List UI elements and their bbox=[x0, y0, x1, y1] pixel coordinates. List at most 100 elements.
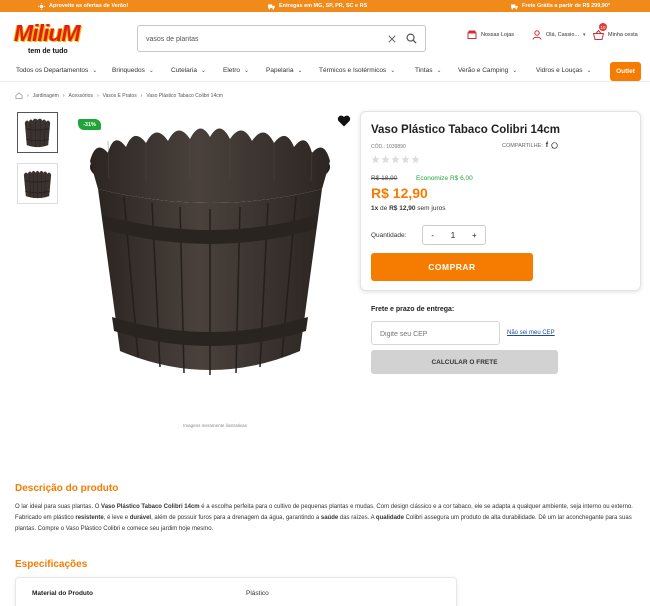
nav-item-thermal[interactable]: Térmicos e Isotérmicos ⌄ bbox=[319, 67, 395, 74]
quantity-label: Quantidade: bbox=[371, 232, 407, 239]
nav-item-label: Tintas bbox=[415, 67, 433, 74]
breadcrumb-item[interactable]: Vasos E Pratos bbox=[103, 93, 137, 99]
description-fragment: das raízes. A bbox=[338, 515, 376, 521]
buy-box: Vaso Plástico Tabaco Colibri 14cm CÓD.: … bbox=[360, 111, 641, 291]
share-label: COMPARTILHE: bbox=[502, 142, 543, 149]
description-fragment: , é leve e bbox=[103, 515, 130, 521]
chevron-down-icon: ⌄ bbox=[148, 68, 154, 74]
home-icon[interactable] bbox=[15, 92, 23, 99]
description-fragment: , além de possuir furos para a drenagem … bbox=[151, 515, 321, 521]
installment-count: 1x bbox=[371, 205, 379, 212]
savings-label: Economize R$ 6,00 bbox=[416, 175, 473, 182]
breadcrumb-separator: › bbox=[96, 92, 99, 99]
share-section: COMPARTILHE: f bbox=[502, 142, 558, 149]
promo-item[interactable]: Aproveite as ofertas de Verão! bbox=[38, 0, 128, 12]
nav-item-paints[interactable]: Tintas ⌄ bbox=[415, 67, 442, 74]
chevron-down-icon: ⌄ bbox=[92, 68, 98, 74]
star-icon bbox=[381, 155, 390, 164]
whatsapp-icon[interactable] bbox=[551, 142, 558, 149]
specs-table: Material do Produto Plástico bbox=[15, 577, 457, 606]
nav-item-all-departments[interactable]: Todos os Departamentos ⌄ bbox=[16, 67, 97, 74]
chevron-down-icon: ⌄ bbox=[512, 68, 518, 74]
breadcrumb: › Jardinagem › Acessórios › Vasos E Prat… bbox=[15, 92, 223, 99]
truck-icon bbox=[268, 3, 275, 9]
product-main-image bbox=[90, 128, 330, 375]
facebook-icon[interactable]: f bbox=[546, 142, 548, 149]
star-icon bbox=[411, 155, 420, 164]
sun-icon bbox=[38, 2, 45, 10]
quantity-stepper: - 1 + bbox=[422, 225, 486, 245]
quantity-value[interactable]: 1 bbox=[451, 231, 455, 240]
department-nav: Todos os Departamentos ⌄ Brinquedos ⌄ Cute… bbox=[0, 62, 650, 82]
nav-item-label: Todos os Departamentos bbox=[16, 67, 89, 74]
old-price: R$ 18,90 bbox=[371, 175, 398, 182]
description-emphasis: durável bbox=[129, 515, 152, 521]
star-icon bbox=[371, 155, 380, 164]
logo[interactable]: MiliuM tem de tudo bbox=[14, 21, 98, 61]
logo-wordmark: MiliuM bbox=[14, 20, 81, 46]
nav-item-label: Verão e Camping bbox=[458, 67, 509, 74]
nav-item-label: Papelaria bbox=[266, 67, 294, 74]
truck-icon bbox=[511, 3, 518, 9]
nav-item-label: Brinquedos bbox=[112, 67, 145, 74]
promo-bar: Aproveite as ofertas de Verão! Entregas … bbox=[0, 0, 650, 12]
quantity-increase-button[interactable]: + bbox=[472, 231, 477, 240]
account-link[interactable]: Olá, Cassio... ▾ bbox=[532, 30, 586, 40]
buy-button[interactable]: COMPRAR bbox=[371, 253, 533, 281]
cep-input[interactable] bbox=[380, 328, 490, 340]
shipping-title: Frete e prazo de entrega: bbox=[371, 306, 455, 313]
stores-label: Nossas Lojas bbox=[481, 31, 515, 38]
outlet-button[interactable]: Outlet bbox=[610, 62, 641, 81]
installment-suffix: sem juros bbox=[417, 205, 446, 212]
nav-item-appliances[interactable]: Eletro ⌄ bbox=[223, 67, 249, 74]
nav-item-toys[interactable]: Brinquedos ⌄ bbox=[112, 67, 154, 74]
search-input[interactable] bbox=[146, 32, 376, 46]
star-icon bbox=[401, 155, 410, 164]
installment-value: R$ 12,90 bbox=[389, 205, 416, 212]
gallery-thumbnail[interactable] bbox=[17, 163, 58, 204]
product-sku: CÓD.: 1039890 bbox=[371, 144, 406, 150]
chevron-down-icon: ⌄ bbox=[297, 68, 303, 74]
shipping-item[interactable]: Frete Grátis a partir de R$ 299,90* bbox=[511, 0, 610, 12]
delivery-item[interactable]: Entregas em MG, SP, PR, SC e RS bbox=[268, 0, 367, 12]
breadcrumb-item[interactable]: Jardinagem bbox=[33, 93, 59, 99]
breadcrumb-separator: › bbox=[140, 92, 143, 99]
chevron-down-icon: ⌄ bbox=[586, 68, 592, 74]
account-label: Olá, Cassio... bbox=[546, 32, 580, 38]
description-fragment: O lar ideal para suas plantas. O bbox=[15, 504, 102, 510]
cart-count-badge: 10 bbox=[599, 23, 607, 31]
discount-badge: -31% bbox=[78, 119, 101, 130]
description-emphasis: qualidade bbox=[375, 515, 404, 521]
description-text: O lar ideal para suas plantas. O Vaso Pl… bbox=[15, 502, 637, 535]
installment-of: de bbox=[380, 205, 388, 212]
image-caption: Imagens meramente ilustrativas bbox=[183, 423, 247, 428]
pot-thumbnail-image bbox=[23, 170, 52, 199]
gallery-thumbnail[interactable] bbox=[17, 112, 58, 153]
cart-link[interactable]: 10 Minha cesta bbox=[592, 23, 638, 40]
current-price: R$ 12,90 bbox=[371, 185, 428, 201]
chevron-down-icon: ▾ bbox=[583, 32, 586, 38]
cep-field bbox=[371, 321, 500, 345]
cart-icon-wrap: 10 bbox=[592, 23, 607, 40]
description-emphasis: saúde bbox=[320, 515, 339, 521]
search-bar bbox=[137, 25, 426, 52]
chevron-down-icon: ⌄ bbox=[390, 68, 396, 74]
nav-item-stationery[interactable]: Papelaria ⌄ bbox=[266, 67, 303, 74]
calculate-shipping-button[interactable]: CALCULAR O FRETE bbox=[371, 350, 558, 374]
breadcrumb-separator: › bbox=[27, 92, 29, 99]
rating-stars bbox=[371, 155, 420, 164]
nav-item-cutlery[interactable]: Cutelaria ⌄ bbox=[171, 67, 206, 74]
nav-item-summer-camping[interactable]: Verão e Camping ⌄ bbox=[458, 67, 517, 74]
search-icon[interactable] bbox=[406, 33, 417, 44]
quantity-decrease-button[interactable]: - bbox=[431, 231, 434, 240]
heart-icon[interactable] bbox=[337, 114, 351, 128]
unknown-cep-link[interactable]: Não sei meu CEP bbox=[507, 330, 555, 336]
clear-icon[interactable] bbox=[388, 35, 396, 43]
star-icon bbox=[391, 155, 400, 164]
chevron-down-icon: ⌄ bbox=[436, 68, 442, 74]
breadcrumb-item[interactable]: Acessórios bbox=[68, 93, 92, 99]
nav-item-glass-dishes[interactable]: Vidros e Louças ⌄ bbox=[536, 67, 592, 74]
spec-key: Material do Produto bbox=[32, 590, 94, 597]
specs-title: Especificações bbox=[15, 559, 88, 570]
stores-link[interactable]: Nossas Lojas bbox=[467, 30, 514, 39]
